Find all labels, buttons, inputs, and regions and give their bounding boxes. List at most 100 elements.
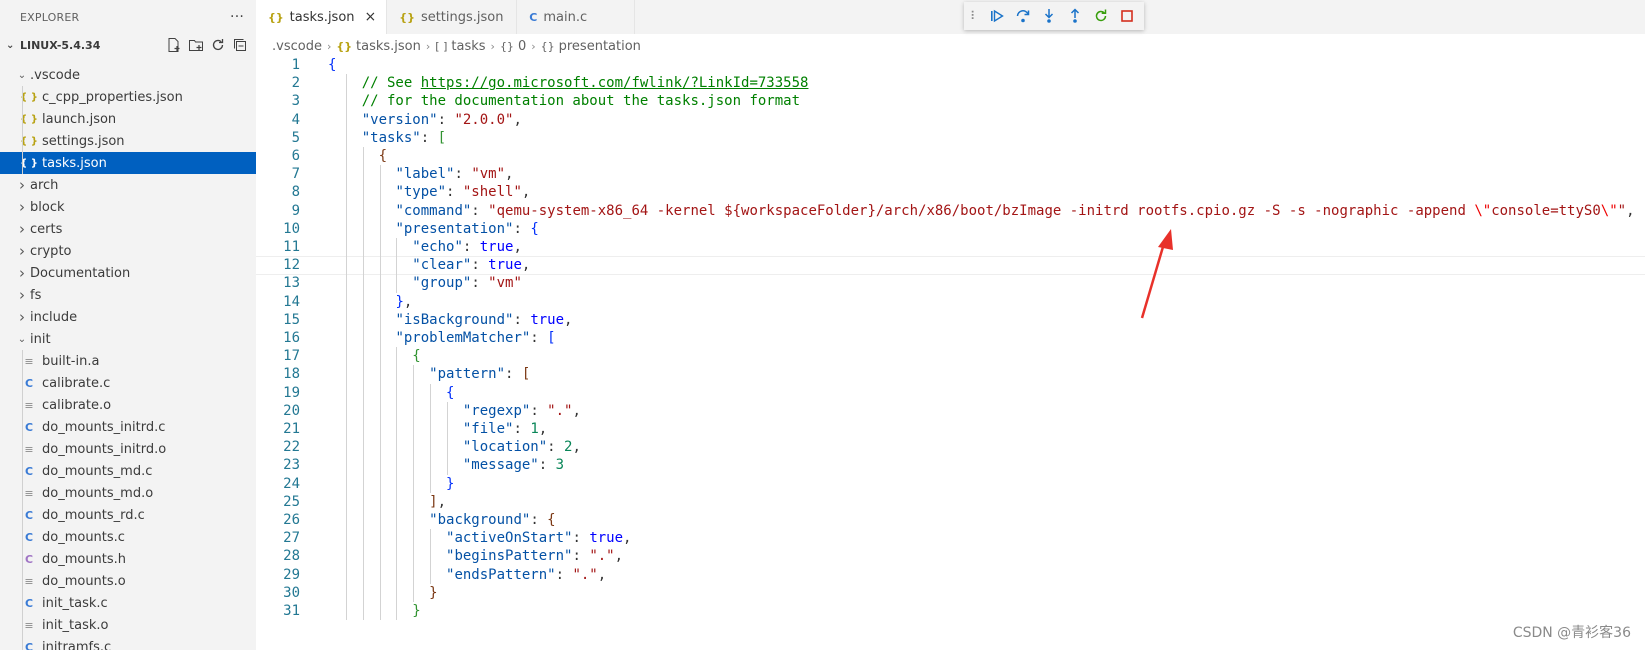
indent-guide	[345, 274, 347, 293]
tree-item[interactable]: ≡ do_mounts.o	[0, 570, 256, 592]
code-line[interactable]: 31}	[256, 602, 1645, 621]
code-text: "echo": true,	[412, 238, 522, 257]
code-editor[interactable]: 1{2// See https://go.microsoft.com/fwlin…	[256, 56, 1645, 650]
collapse-all-icon[interactable]	[232, 37, 248, 53]
tree-item[interactable]: ≡ do_mounts_initrd.o	[0, 438, 256, 460]
code-line[interactable]: 22 "location": 2,	[256, 438, 1645, 457]
step-over-icon[interactable]	[1015, 8, 1031, 24]
indent-guide	[379, 292, 381, 311]
indent-guide	[379, 602, 381, 621]
tree-item[interactable]: Cdo_mounts_initrd.c	[0, 416, 256, 438]
code-line[interactable]: 3 // for the documentation about the task…	[256, 92, 1645, 111]
code-line[interactable]: 24}	[256, 475, 1645, 494]
tree-item[interactable]: › include	[0, 306, 256, 328]
code-line[interactable]: 11 "echo": true,	[256, 238, 1645, 257]
breadcrumb-item[interactable]: {} presentation	[541, 39, 641, 54]
tree-item[interactable]: Ccalibrate.c	[0, 372, 256, 394]
indent-guide	[379, 583, 381, 602]
tree-item-label: do_mounts_initrd.c	[42, 419, 166, 435]
code-line[interactable]: 15 "isBackground": true,	[256, 311, 1645, 330]
breadcrumb-item[interactable]: .vscode	[272, 39, 322, 54]
code-line[interactable]: 28 "beginsPattern": ".",	[256, 547, 1645, 566]
indent-guide	[430, 420, 432, 439]
tree-item[interactable]: › fs	[0, 284, 256, 306]
code-line[interactable]: 26 "background": {	[256, 511, 1645, 530]
code-link[interactable]: https://go.microsoft.com/fwlink/?LinkId=…	[421, 75, 809, 91]
code-token: "problemMatcher"	[395, 330, 531, 346]
tree-item[interactable]: › crypto	[0, 240, 256, 262]
code-line[interactable]: 16 "problemMatcher": [	[256, 329, 1645, 348]
tab-tasks-json[interactable]: {} tasks.json ×	[256, 0, 388, 34]
code-line[interactable]: 6{	[256, 147, 1645, 166]
tree-item[interactable]: Cinit_task.c	[0, 592, 256, 614]
code-line[interactable]: 18 "pattern": [	[256, 365, 1645, 384]
breadcrumb-item[interactable]: [ ] tasks	[435, 39, 485, 54]
code-line[interactable]: 14},	[256, 293, 1645, 312]
indent-guide	[345, 256, 347, 275]
code-line[interactable]: 5 "tasks": [	[256, 129, 1645, 148]
code-line[interactable]: 17 {	[256, 347, 1645, 366]
code-token: :	[513, 421, 531, 437]
tree-item[interactable]: { } c_cpp_properties.json	[0, 86, 256, 108]
restart-icon[interactable]	[1093, 8, 1109, 24]
line-number: 3	[291, 93, 300, 110]
tree-item[interactable]: Cdo_mounts.h	[0, 548, 256, 570]
step-out-icon[interactable]	[1067, 8, 1083, 24]
step-into-icon[interactable]	[1041, 8, 1057, 24]
indent-guide	[362, 474, 364, 493]
stop-icon[interactable]	[1119, 8, 1135, 24]
code-token: \"	[1600, 202, 1618, 219]
c-file-icon: C	[24, 464, 34, 478]
grip-icon[interactable]: ⠇	[970, 9, 979, 23]
code-line[interactable]: 20 "regexp": ".",	[256, 402, 1645, 421]
code-line[interactable]: 12 "clear": true,	[256, 256, 1645, 276]
code-line[interactable]: 10 "presentation": {	[256, 220, 1645, 239]
code-line[interactable]: 19 {	[256, 384, 1645, 403]
new-folder-icon[interactable]	[188, 37, 204, 53]
tab-settings-json[interactable]: {} settings.json	[387, 0, 518, 34]
tree-item[interactable]: ≡ calibrate.o	[0, 394, 256, 416]
refresh-icon[interactable]	[210, 37, 226, 53]
tab-main-c[interactable]: C main.c	[517, 0, 636, 34]
tree-item[interactable]: ⌄ .vscode	[0, 64, 256, 86]
code-line[interactable]: 9 "command": "qemu-system-x86_64 -kernel …	[256, 202, 1645, 221]
code-line[interactable]: 23 "message": 3	[256, 456, 1645, 475]
tree-item[interactable]: ≡ do_mounts_md.o	[0, 482, 256, 504]
tree-item[interactable]: › block	[0, 196, 256, 218]
code-line[interactable]: 13 "group": "vm"	[256, 274, 1645, 293]
breadcrumb-item[interactable]: {} 0	[500, 39, 526, 54]
tree-item[interactable]: Cinitramfs.c	[0, 636, 256, 650]
tree-item[interactable]: { } launch.json	[0, 108, 256, 130]
new-file-icon[interactable]	[166, 37, 182, 53]
code-line[interactable]: 2 // See https://go.microsoft.com/fwlink/…	[256, 74, 1645, 93]
tree-item[interactable]: Cdo_mounts_rd.c	[0, 504, 256, 526]
code-line[interactable]: 27 "activeOnStart": true,	[256, 529, 1645, 548]
code-line[interactable]: 1{	[256, 56, 1645, 75]
code-line[interactable]: 29 "endsPattern": ".",	[256, 566, 1645, 585]
line-number: 6	[291, 148, 300, 164]
tree-item[interactable]: { } settings.json	[0, 130, 256, 152]
close-icon[interactable]: ×	[365, 9, 377, 25]
project-header[interactable]: ⌄ LINUX-5.4.34	[0, 34, 256, 56]
indent-guide	[22, 372, 23, 394]
code-line[interactable]: 30}	[256, 584, 1645, 603]
tree-item[interactable]: ⌄ init	[0, 328, 256, 350]
tree-item[interactable]: ≡ init_task.o	[0, 614, 256, 636]
indent-guide	[22, 482, 23, 504]
tree-item[interactable]: { } tasks.json	[0, 152, 256, 174]
tree-item[interactable]: Cdo_mounts.c	[0, 526, 256, 548]
code-line[interactable]: 8 "type": "shell",	[256, 183, 1645, 202]
tree-item[interactable]: Cdo_mounts_md.c	[0, 460, 256, 482]
code-line[interactable]: 7 "label": "vm",	[256, 165, 1645, 184]
tree-item[interactable]: › Documentation	[0, 262, 256, 284]
code-line[interactable]: 21 "file": 1,	[256, 420, 1645, 439]
code-line[interactable]: 25],	[256, 493, 1645, 512]
tree-item[interactable]: › certs	[0, 218, 256, 240]
code-token: 3	[555, 457, 565, 474]
code-line[interactable]: 4 "version": "2.0.0",	[256, 111, 1645, 130]
tree-item[interactable]: ≡ built-in.a	[0, 350, 256, 372]
breadcrumb-item[interactable]: {} tasks.json	[336, 39, 421, 54]
more-actions-icon[interactable]: ···	[230, 9, 244, 25]
tree-item[interactable]: › arch	[0, 174, 256, 196]
continue-icon[interactable]	[989, 8, 1005, 24]
